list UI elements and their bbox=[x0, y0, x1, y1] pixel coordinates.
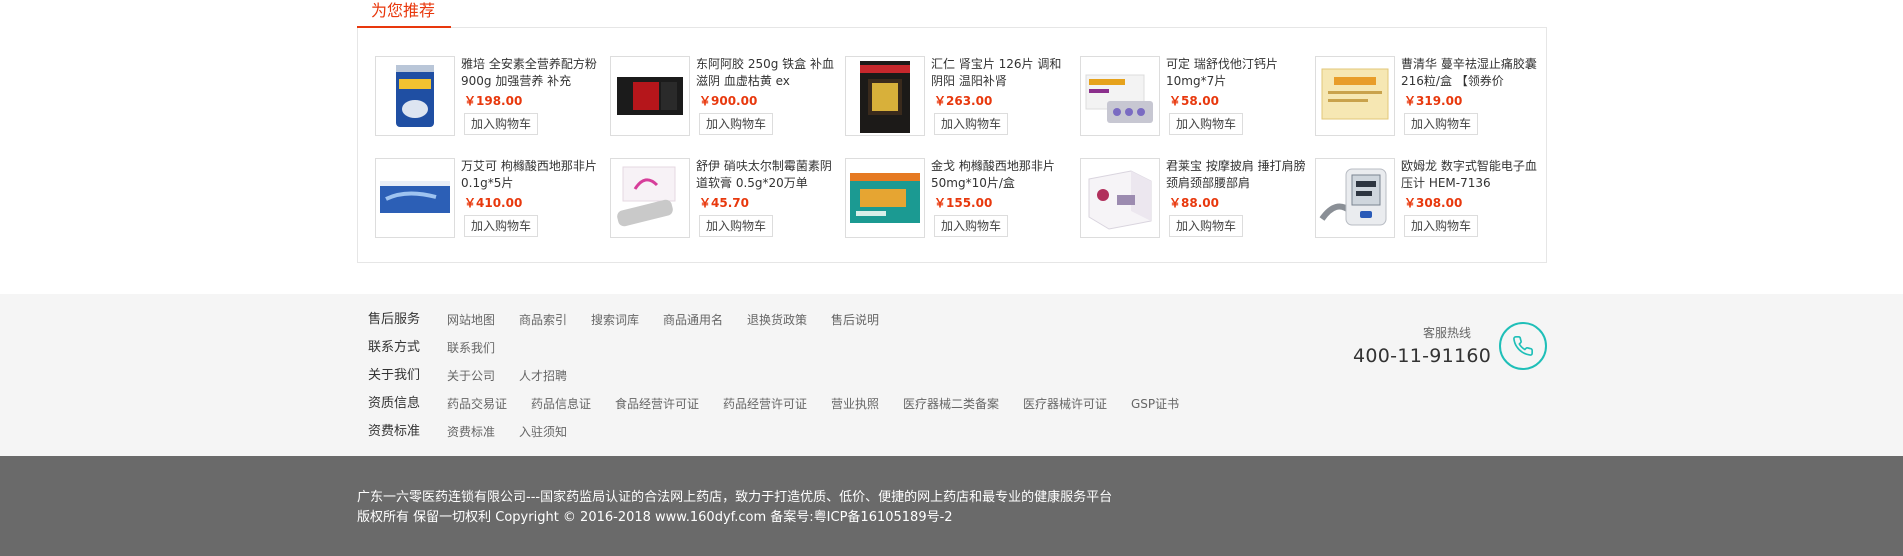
footer-row-title: 联系方式 bbox=[368, 340, 421, 355]
copyright-bar bbox=[0, 456, 1903, 556]
product-image-blood-pressure-monitor[interactable] bbox=[1315, 158, 1395, 238]
product-name[interactable]: 雅培 全安素全营养配方粉 900g 加强营养 补充 bbox=[461, 56, 601, 90]
footer-link[interactable]: 售后说明 bbox=[831, 310, 879, 330]
product-image-massager-box[interactable] bbox=[1080, 158, 1160, 238]
footer-link[interactable]: 网站地图 bbox=[447, 310, 495, 330]
add-to-cart-button[interactable]: 加入购物车 bbox=[934, 113, 1008, 135]
product-card[interactable]: 雅培 全安素全营养配方粉 900g 加强营养 补充 ￥198.00 加入购物车 bbox=[375, 56, 605, 136]
add-to-cart-button[interactable]: 加入购物车 bbox=[1404, 113, 1478, 135]
product-image-teal-orange-box[interactable] bbox=[845, 158, 925, 238]
hotline-label: 客服热线 bbox=[1423, 326, 1472, 340]
footer-link[interactable]: 关于公司 bbox=[447, 366, 495, 386]
product-name[interactable]: 欧姆龙 数字式智能电子血压计 HEM-7136 bbox=[1401, 158, 1541, 192]
footer-link[interactable]: 营业执照 bbox=[831, 394, 879, 414]
product-image-red-black-gift-box[interactable] bbox=[610, 56, 690, 136]
copyright-notice-line: 版权所有 保留一切权利 Copyright © 2016-2018 www.16… bbox=[357, 510, 953, 525]
footer-link[interactable]: 药品信息证 bbox=[531, 394, 591, 414]
product-price: ￥319.00 bbox=[1404, 94, 1463, 108]
product-name[interactable]: 可定 瑞舒伐他汀钙片 10mg*7片 bbox=[1166, 56, 1306, 90]
footer-row-title: 资质信息 bbox=[368, 396, 421, 411]
hotline-number[interactable]: 400-11-91160 bbox=[1353, 344, 1491, 368]
add-to-cart-button[interactable]: 加入购物车 bbox=[464, 113, 538, 135]
footer-links-area bbox=[0, 294, 1903, 456]
product-card[interactable]: 可定 瑞舒伐他汀钙片 10mg*7片 ￥58.00 加入购物车 bbox=[1080, 56, 1310, 136]
product-price: ￥45.70 bbox=[699, 196, 749, 210]
product-image-white-pink-box[interactable] bbox=[610, 158, 690, 238]
recommend-tab[interactable]: 为您推荐 bbox=[357, 0, 451, 28]
product-name[interactable]: 东阿阿胶 250g 铁盒 补血滋阴 血虚枯黄 ex bbox=[696, 56, 836, 90]
footer-link[interactable]: 商品索引 bbox=[519, 310, 567, 330]
product-price: ￥900.00 bbox=[699, 94, 758, 108]
product-image-white-box-blister[interactable] bbox=[1080, 56, 1160, 136]
product-card[interactable]: 万艾可 枸橼酸西地那非片 0.1g*5片 ￥410.00 加入购物车 bbox=[375, 158, 605, 238]
product-grid: 雅培 全安素全营养配方粉 900g 加强营养 补充 ￥198.00 加入购物车 … bbox=[375, 56, 1537, 256]
product-price: ￥263.00 bbox=[934, 94, 993, 108]
product-name[interactable]: 君莱宝 按摩披肩 捶打肩膀颈肩颈部腰部肩 bbox=[1166, 158, 1306, 192]
product-price: ￥155.00 bbox=[934, 196, 993, 210]
product-price: ￥308.00 bbox=[1404, 196, 1463, 210]
footer-row-title: 资费标准 bbox=[368, 424, 421, 439]
footer-link[interactable]: 联系我们 bbox=[447, 338, 495, 358]
footer-link[interactable]: 商品通用名 bbox=[663, 310, 723, 330]
product-card[interactable]: 曹清华 蔓辛祛湿止痛胶囊216粒/盒 【领券价 ￥319.00 加入购物车 bbox=[1315, 56, 1545, 136]
product-name[interactable]: 汇仁 肾宝片 126片 调和阴阳 温阳补肾 bbox=[931, 56, 1071, 90]
product-card[interactable]: 君莱宝 按摩披肩 捶打肩膀颈肩颈部腰部肩 ￥88.00 加入购物车 bbox=[1080, 158, 1310, 238]
product-card[interactable]: 欧姆龙 数字式智能电子血压计 HEM-7136 ￥308.00 加入购物车 bbox=[1315, 158, 1545, 238]
product-name[interactable]: 万艾可 枸橼酸西地那非片 0.1g*5片 bbox=[461, 158, 601, 192]
product-name[interactable]: 曹清华 蔓辛祛湿止痛胶囊216粒/盒 【领券价 bbox=[1401, 56, 1541, 90]
add-to-cart-button[interactable]: 加入购物车 bbox=[699, 113, 773, 135]
footer-link[interactable]: 食品经营许可证 bbox=[615, 394, 699, 414]
add-to-cart-button[interactable]: 加入购物车 bbox=[699, 215, 773, 237]
footer-link[interactable]: 入驻须知 bbox=[519, 422, 567, 442]
product-price: ￥58.00 bbox=[1169, 94, 1219, 108]
copyright-company-line: 广东一六零医药连锁有限公司---国家药监局认证的合法网上药店，致力于打造优质、低… bbox=[357, 490, 1113, 505]
product-card[interactable]: 汇仁 肾宝片 126片 调和阴阳 温阳补肾 ￥263.00 加入购物车 bbox=[845, 56, 1075, 136]
footer-link[interactable]: 退换货政策 bbox=[747, 310, 807, 330]
footer-link[interactable]: 资费标准 bbox=[447, 422, 495, 442]
phone-icon bbox=[1499, 322, 1547, 370]
product-image-milk-powder-can[interactable] bbox=[375, 56, 455, 136]
product-image-dark-box[interactable] bbox=[845, 56, 925, 136]
footer-row-title: 售后服务 bbox=[368, 312, 421, 327]
product-price: ￥410.00 bbox=[464, 196, 523, 210]
add-to-cart-button[interactable]: 加入购物车 bbox=[1169, 113, 1243, 135]
product-image-blue-box[interactable] bbox=[375, 158, 455, 238]
footer-row-title: 关于我们 bbox=[368, 368, 421, 383]
product-card[interactable]: 东阿阿胶 250g 铁盒 补血滋阴 血虚枯黄 ex ￥900.00 加入购物车 bbox=[610, 56, 840, 136]
product-name[interactable]: 金戈 枸橼酸西地那非片 50mg*10片/盒 bbox=[931, 158, 1071, 192]
add-to-cart-button[interactable]: 加入购物车 bbox=[934, 215, 1008, 237]
footer-link[interactable]: 药品交易证 bbox=[447, 394, 507, 414]
product-price: ￥88.00 bbox=[1169, 196, 1219, 210]
add-to-cart-button[interactable]: 加入购物车 bbox=[1404, 215, 1478, 237]
footer-link[interactable]: 搜索词库 bbox=[591, 310, 639, 330]
footer-link[interactable]: 药品经营许可证 bbox=[723, 394, 807, 414]
footer-link[interactable]: GSP证书 bbox=[1131, 394, 1179, 414]
recommend-panel: 雅培 全安素全营养配方粉 900g 加强营养 补充 ￥198.00 加入购物车 … bbox=[357, 27, 1547, 263]
footer-link[interactable]: 医疗器械二类备案 bbox=[903, 394, 999, 414]
add-to-cart-button[interactable]: 加入购物车 bbox=[464, 215, 538, 237]
add-to-cart-button[interactable]: 加入购物车 bbox=[1169, 215, 1243, 237]
product-name[interactable]: 舒伊 硝呋太尔制霉菌素阴道软膏 0.5g*20万单 bbox=[696, 158, 836, 192]
product-image-yellow-box[interactable] bbox=[1315, 56, 1395, 136]
product-card[interactable]: 舒伊 硝呋太尔制霉菌素阴道软膏 0.5g*20万单 ￥45.70 加入购物车 bbox=[610, 158, 840, 238]
product-card[interactable]: 金戈 枸橼酸西地那非片 50mg*10片/盒 ￥155.00 加入购物车 bbox=[845, 158, 1075, 238]
footer-link[interactable]: 人才招聘 bbox=[519, 366, 567, 386]
recommend-tab-title: 为您推荐 bbox=[371, 1, 436, 20]
product-price: ￥198.00 bbox=[464, 94, 523, 108]
footer-link[interactable]: 医疗器械许可证 bbox=[1023, 394, 1107, 414]
